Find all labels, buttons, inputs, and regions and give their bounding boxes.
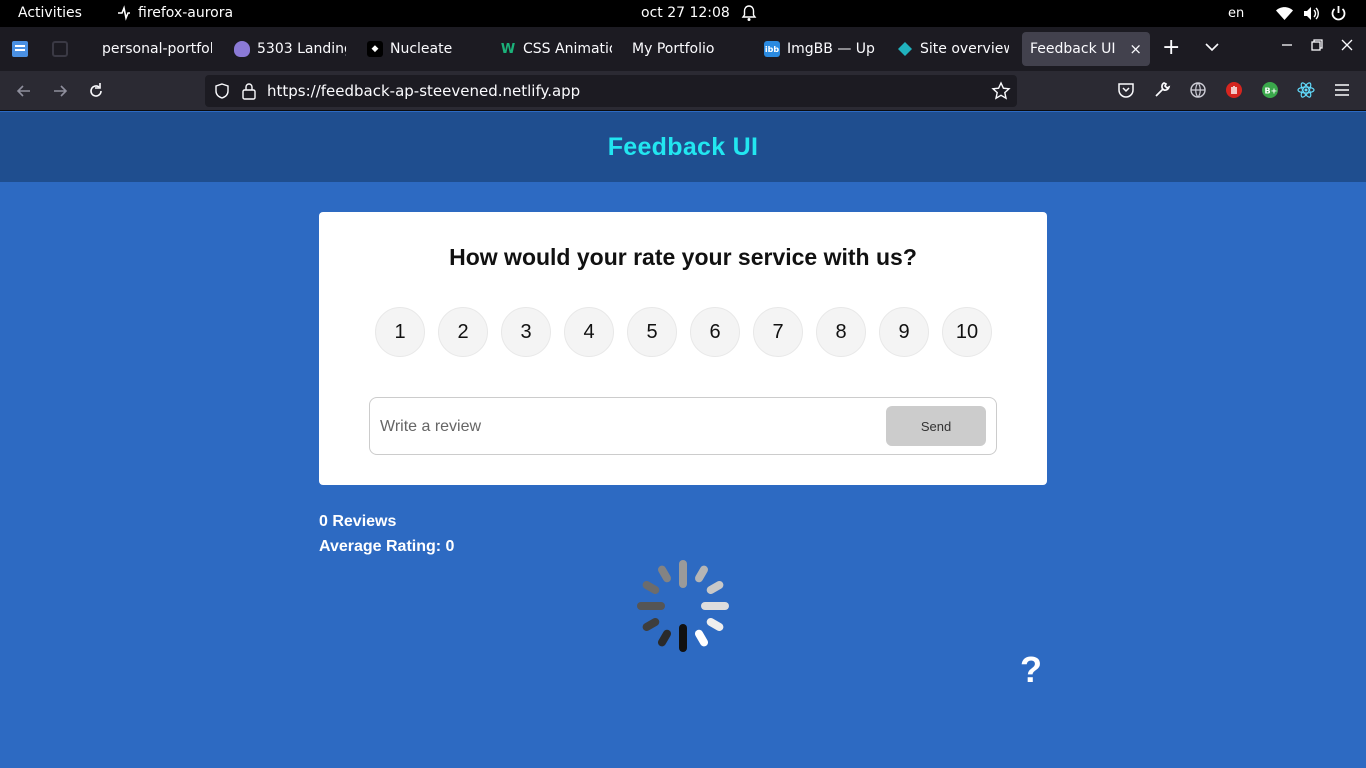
system-top-bar: Activities firefox-aurora oct 27 12:08 e… — [0, 0, 1366, 27]
lock-icon[interactable] — [241, 82, 257, 100]
tab-my-portfolio[interactable]: My Portfolio — [624, 32, 752, 66]
system-tray[interactable] — [1276, 5, 1347, 22]
average-rating: Average Rating: 0 — [319, 538, 455, 555]
tracking-shield-icon[interactable] — [214, 83, 230, 99]
tab-title: Feedback UI — [1030, 41, 1116, 57]
app-title: Feedback UI — [607, 133, 759, 161]
url-bar[interactable]: https://feedback-ap-steevened.netlify.ap… — [205, 75, 1017, 107]
new-tab-button[interactable]: + — [1162, 37, 1180, 59]
back-icon[interactable] — [14, 81, 34, 101]
react-devtools-icon[interactable] — [1297, 81, 1315, 99]
b-plus-extension-icon[interactable]: B+ — [1261, 81, 1279, 99]
rating-option-3[interactable]: 3 — [501, 307, 551, 357]
rating-option-2[interactable]: 2 — [438, 307, 488, 357]
language-indicator[interactable]: en — [1228, 6, 1244, 21]
volume-icon — [1304, 7, 1319, 20]
rating-option-8[interactable]: 8 — [816, 307, 866, 357]
globe-icon[interactable] — [1189, 81, 1207, 99]
app-icon — [118, 5, 130, 21]
tab-title: ImgBB — Upl — [787, 41, 876, 57]
power-icon — [1331, 6, 1346, 21]
minimize-icon[interactable] — [1281, 39, 1293, 51]
bell-icon[interactable] — [741, 4, 757, 22]
close-tab-icon[interactable]: × — [1129, 40, 1142, 58]
tab-title: CSS Animatio — [523, 41, 612, 57]
w-logo-icon: W — [500, 41, 516, 57]
review-form: Send — [369, 397, 997, 455]
menu-icon[interactable] — [1333, 81, 1351, 99]
rating-selector: 1 2 3 4 5 6 7 8 9 10 — [375, 307, 992, 357]
tab-nucleate[interactable]: ◆ Nucleate — [359, 32, 487, 66]
forward-icon[interactable] — [50, 81, 70, 101]
send-button[interactable]: Send — [886, 406, 986, 446]
tab-strip: personal-portfoli 5303 Landing ◆ Nucleat… — [0, 27, 1366, 71]
rating-option-4[interactable]: 4 — [564, 307, 614, 357]
review-input[interactable] — [380, 412, 870, 442]
tab-title: personal-portfoli — [102, 41, 212, 57]
activities-button[interactable]: Activities — [18, 5, 82, 21]
tab-personal-portfolio[interactable]: personal-portfoli — [94, 32, 220, 66]
clock[interactable]: oct 27 12:08 — [641, 5, 730, 21]
imgbb-icon: ibb — [764, 41, 780, 57]
navigation-bar: https://feedback-ap-steevened.netlify.ap… — [0, 71, 1366, 111]
app-name: firefox-aurora — [138, 5, 234, 21]
tab-title: Site overview — [920, 41, 1009, 57]
reload-icon[interactable] — [86, 81, 106, 101]
sidebar-icon[interactable] — [12, 41, 28, 57]
rating-option-7[interactable]: 7 — [753, 307, 803, 357]
svg-text:B+: B+ — [1265, 87, 1278, 96]
rating-option-6[interactable]: 6 — [690, 307, 740, 357]
tab-css-animation[interactable]: W CSS Animatio — [492, 32, 620, 66]
rating-question: How would your rate your service with us… — [449, 244, 917, 270]
restore-icon[interactable] — [1311, 39, 1323, 51]
reviews-count: 0 Reviews — [319, 513, 397, 530]
tab-title: 5303 Landing — [257, 41, 346, 57]
tab-title: Nucleate — [390, 41, 453, 57]
nucleate-icon: ◆ — [367, 41, 383, 57]
rating-option-10[interactable]: 10 — [942, 307, 992, 357]
pinned-tab[interactable] — [52, 41, 68, 57]
app-header: Feedback UI — [0, 112, 1366, 182]
shield-logo-icon — [234, 41, 250, 57]
tab-site-overview[interactable]: Site overview — [889, 32, 1017, 66]
bookmark-star-icon[interactable] — [991, 81, 1011, 101]
rating-option-9[interactable]: 9 — [879, 307, 929, 357]
review-stats: 0 Reviews Average Rating: 0 — [319, 509, 454, 559]
tab-imgbb[interactable]: ibb ImgBB — Upl — [756, 32, 884, 66]
app-menu[interactable]: firefox-aurora — [116, 5, 233, 21]
rating-option-5[interactable]: 5 — [627, 307, 677, 357]
wrench-icon[interactable] — [1153, 81, 1171, 99]
tab-5303-landing[interactable]: 5303 Landing — [226, 32, 354, 66]
tab-feedback-ui[interactable]: Feedback UI × — [1022, 32, 1150, 66]
rating-option-1[interactable]: 1 — [375, 307, 425, 357]
close-window-icon[interactable] — [1341, 39, 1353, 51]
chevron-down-icon[interactable] — [1204, 39, 1220, 55]
help-button[interactable]: ? — [1020, 650, 1042, 690]
feedback-card: How would your rate your service with us… — [319, 212, 1047, 485]
pocket-icon[interactable] — [1117, 81, 1135, 99]
netlify-icon — [897, 41, 913, 57]
ublock-hand-icon[interactable] — [1225, 81, 1243, 99]
wifi-icon — [1276, 7, 1293, 20]
url-text[interactable]: https://feedback-ap-steevened.netlify.ap… — [267, 82, 580, 100]
loading-spinner-icon — [637, 560, 729, 652]
tab-title: My Portfolio — [632, 41, 715, 57]
